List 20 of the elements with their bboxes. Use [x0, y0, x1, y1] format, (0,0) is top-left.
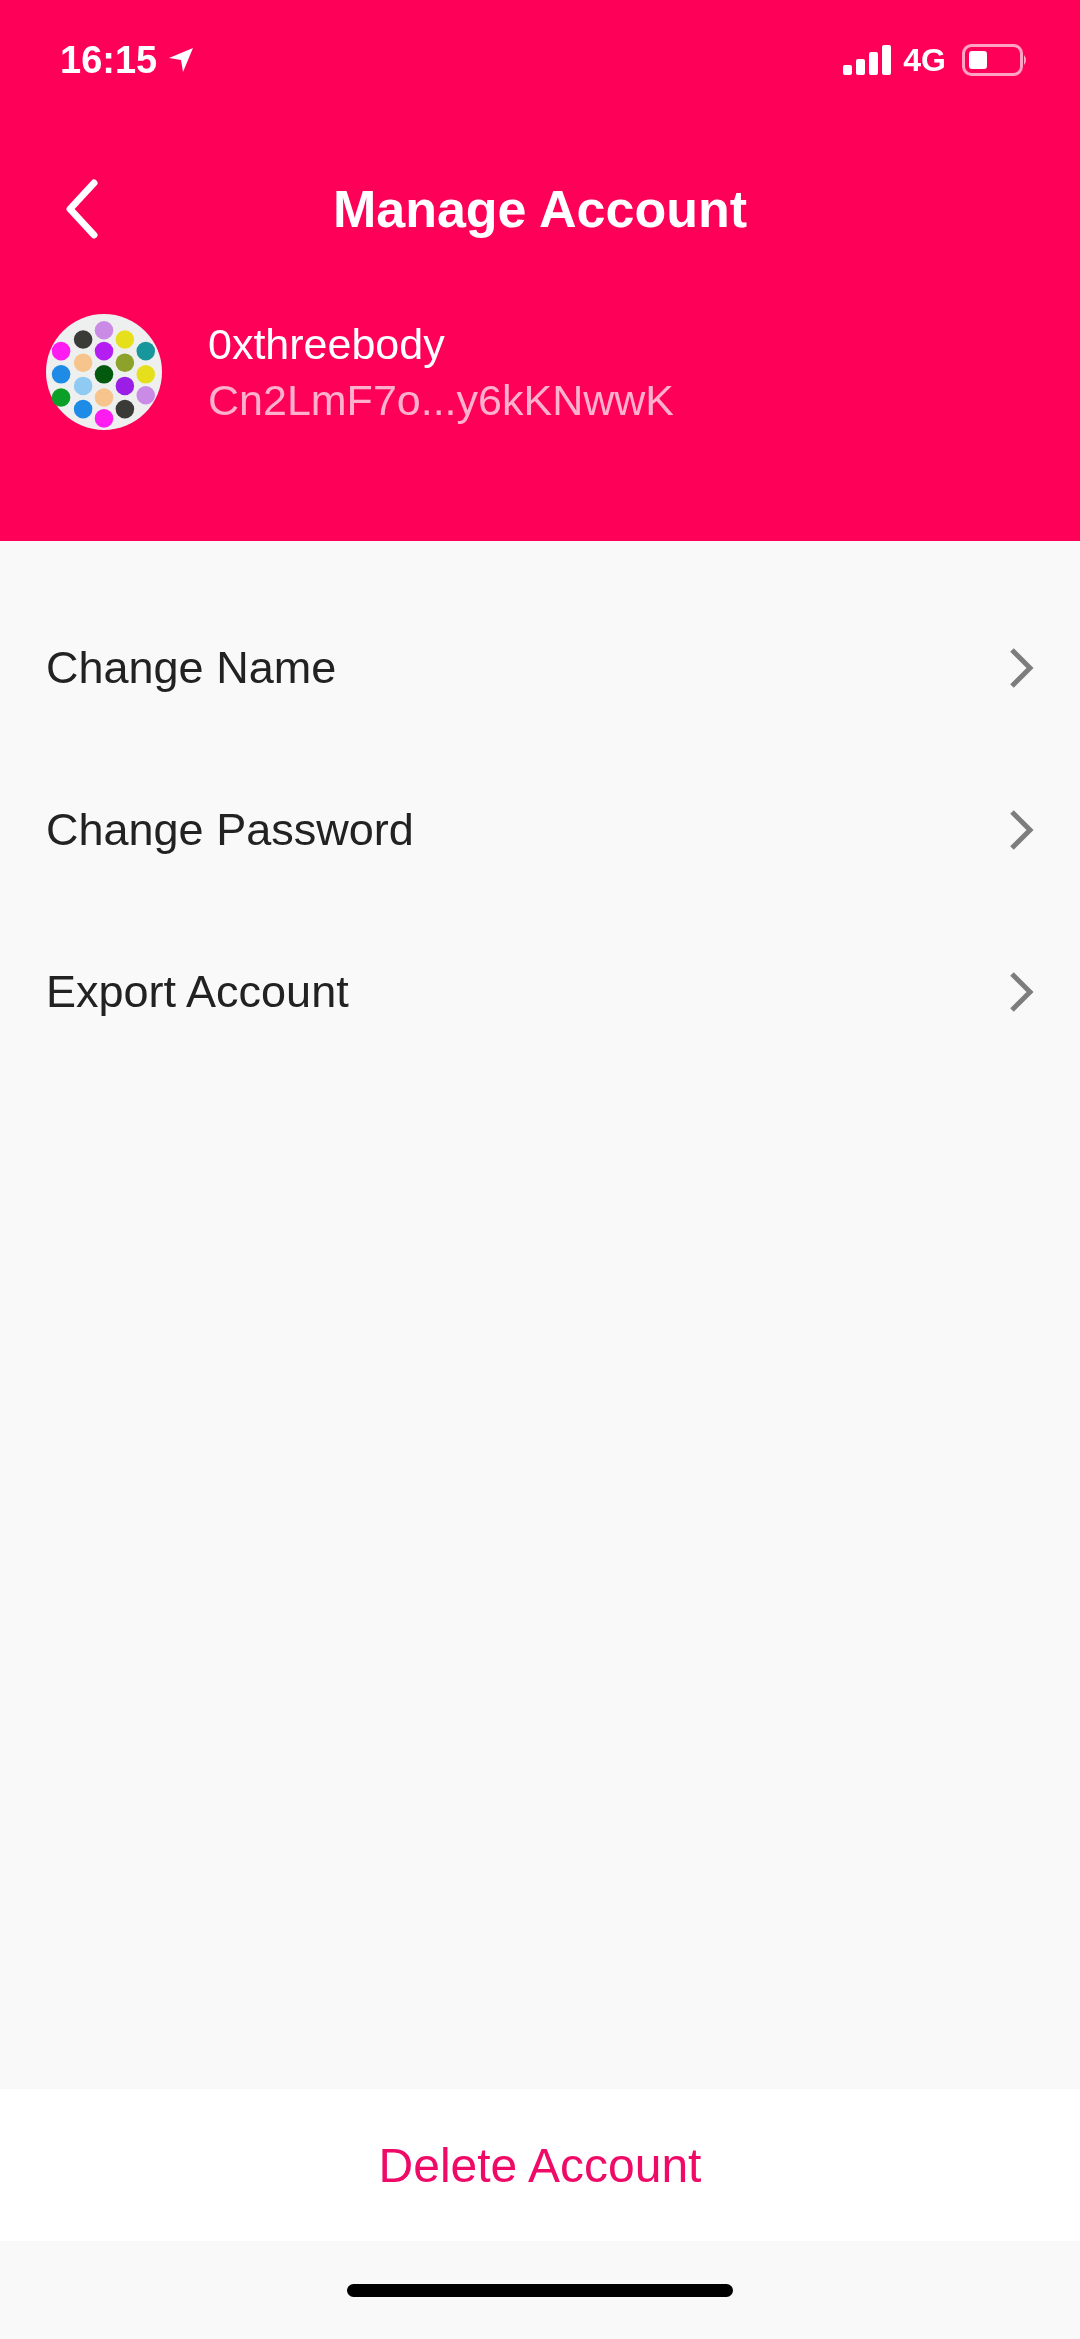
battery-icon [962, 44, 1028, 76]
chevron-right-icon [1008, 970, 1034, 1014]
menu-item-label: Export Account [46, 966, 349, 1018]
account-name: 0xthreebody [208, 319, 446, 370]
status-time: 16:15 [60, 38, 158, 82]
signal-icon [843, 45, 894, 75]
delete-account-button[interactable]: Delete Account [0, 2089, 1080, 2241]
account-address: Cn2LmF7o...y6kKNwwK [208, 375, 674, 426]
avatar-icon [46, 314, 162, 430]
network-label: 4G [903, 41, 946, 79]
menu-item-label: Change Name [46, 642, 337, 694]
menu-item[interactable]: Change Password [0, 749, 1080, 911]
menu-item[interactable]: Export Account [0, 911, 1080, 1073]
screen-title: Manage Account [332, 179, 748, 239]
chevron-right-icon [1008, 808, 1034, 852]
menu-item-label: Change Password [46, 804, 414, 856]
chevron-right-icon [1008, 646, 1034, 690]
location-arrow-icon [167, 46, 196, 74]
home-indicator[interactable] [347, 2283, 733, 2297]
menu-item[interactable]: Change Name [0, 587, 1080, 749]
